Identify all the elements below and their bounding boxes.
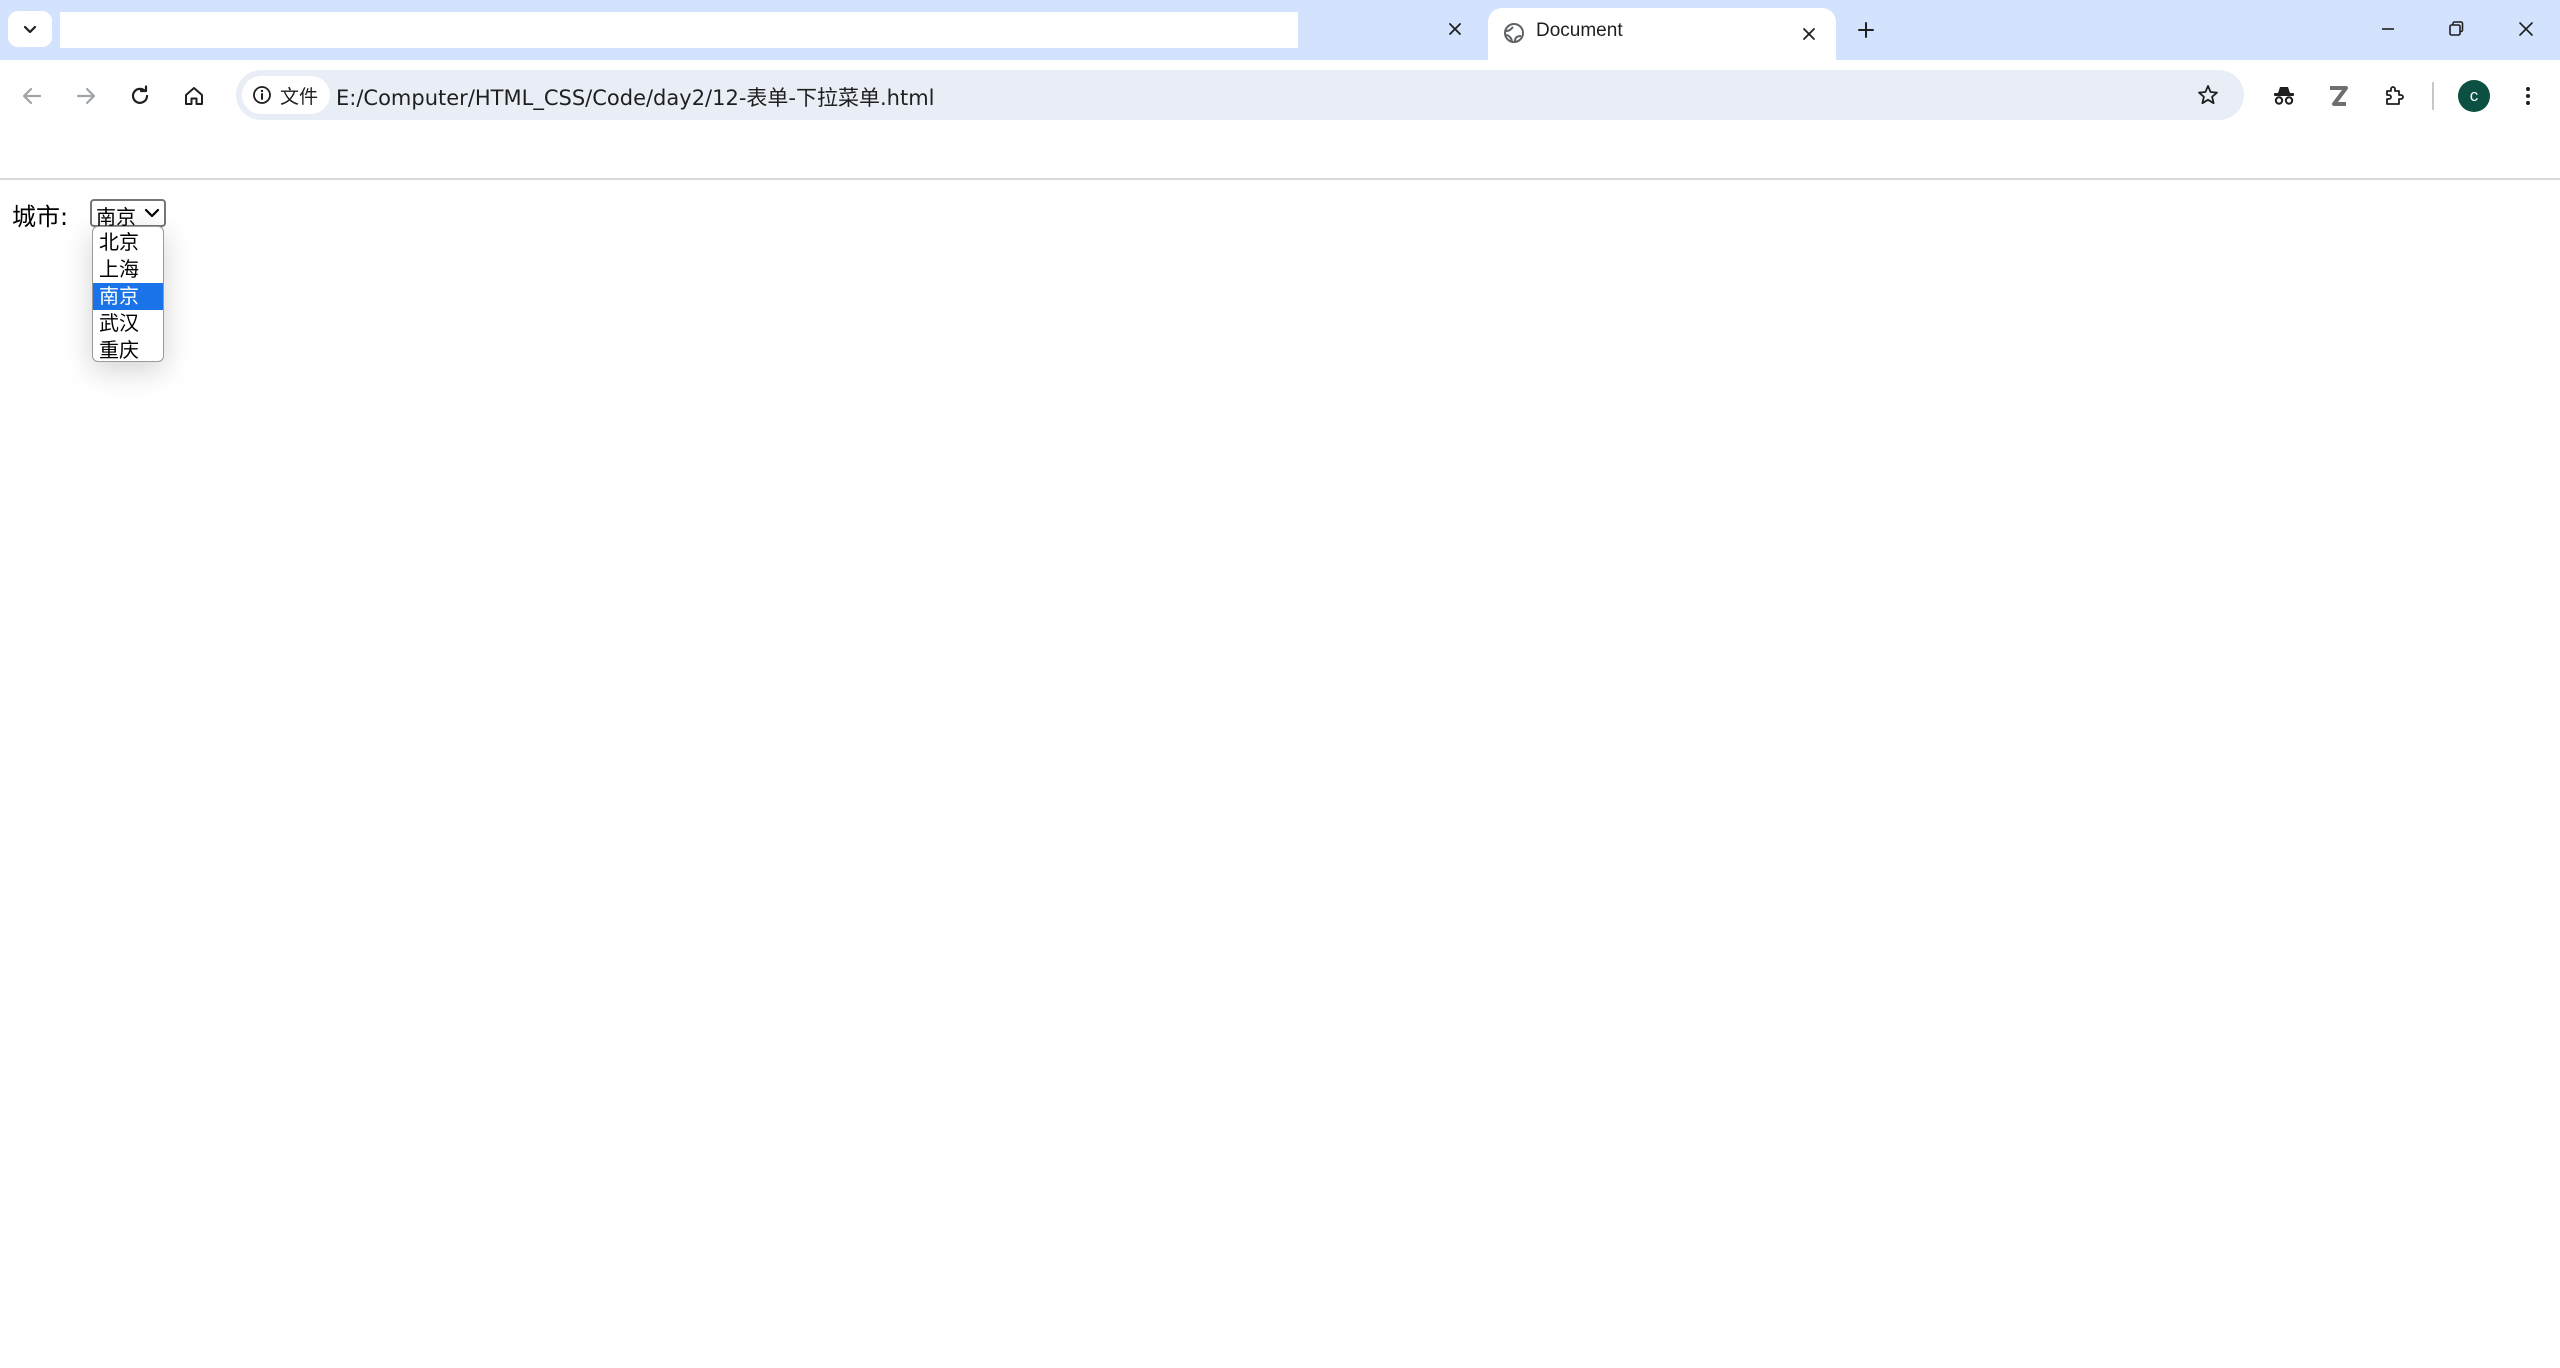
- back-button[interactable]: [12, 76, 52, 116]
- tab-strip: Document: [0, 0, 2560, 60]
- arrow-right-icon: [76, 87, 96, 105]
- city-select[interactable]: 南京: [90, 199, 166, 229]
- close-icon: [2519, 22, 2533, 36]
- url-text[interactable]: E:/Computer/HTML_CSS/Code/day2/12-表单-下拉菜…: [336, 82, 935, 112]
- option-wuhan[interactable]: 武汉: [93, 310, 163, 337]
- restore-button[interactable]: [2426, 6, 2486, 52]
- home-icon: [185, 87, 203, 105]
- globe-icon: [1504, 23, 1524, 43]
- tab-inactive[interactable]: [60, 12, 1298, 48]
- tab-search-button[interactable]: [8, 11, 52, 47]
- option-shanghai[interactable]: 上海: [93, 256, 163, 283]
- close-icon: [1449, 23, 1461, 35]
- toolbar-divider: [2432, 82, 2434, 110]
- page-content: 城市: 南京 北京 上海 南京 武汉 重庆: [0, 182, 2560, 1368]
- site-info-label: 文件: [280, 85, 319, 108]
- minimize-button[interactable]: [2358, 6, 2418, 52]
- city-label: 城市:: [12, 203, 69, 231]
- z-extension-icon: [2330, 86, 2348, 106]
- option-chongqing[interactable]: 重庆: [93, 337, 163, 361]
- site-info-chip[interactable]: 文件: [242, 76, 331, 114]
- menu-button[interactable]: [2508, 76, 2548, 116]
- restore-icon: [2449, 21, 2464, 36]
- profile-avatar[interactable]: c: [2458, 80, 2490, 112]
- option-nanjing[interactable]: 南京: [93, 283, 163, 310]
- extension-button-2[interactable]: [2318, 76, 2358, 116]
- tab-active-close-button[interactable]: [1794, 19, 1824, 49]
- tab-active-title: Document: [1536, 20, 1623, 41]
- bookmark-button[interactable]: [2192, 79, 2224, 111]
- option-beijing[interactable]: 北京: [93, 229, 163, 256]
- close-icon: [1803, 28, 1815, 40]
- browser-toolbar: 文件 E:/Computer/HTML_CSS/Code/day2/12-表单-…: [0, 60, 2560, 180]
- close-window-button[interactable]: [2496, 6, 2556, 52]
- tab-inactive-close-button[interactable]: [1440, 14, 1470, 44]
- incognito-like-icon: [2274, 87, 2294, 105]
- tab-active[interactable]: Document: [1488, 8, 1836, 60]
- star-icon: [2198, 85, 2218, 105]
- extensions-button[interactable]: [2374, 76, 2414, 116]
- reload-icon: [131, 85, 149, 104]
- home-button[interactable]: [174, 76, 214, 116]
- new-tab-button[interactable]: [1850, 14, 1882, 46]
- reload-button[interactable]: [120, 76, 160, 116]
- minimize-icon: [2382, 28, 2394, 30]
- plus-icon: [1858, 22, 1874, 38]
- puzzle-icon: [2386, 86, 2404, 105]
- chevron-down-icon: [23, 25, 37, 34]
- chevron-down-icon: [144, 208, 160, 218]
- info-icon: [253, 86, 271, 104]
- arrow-left-icon: [22, 87, 42, 105]
- address-bar[interactable]: 文件 E:/Computer/HTML_CSS/Code/day2/12-表单-…: [236, 70, 2244, 120]
- kebab-menu-icon: [2526, 87, 2530, 105]
- extension-button-1[interactable]: [2264, 76, 2304, 116]
- forward-button[interactable]: [66, 76, 106, 116]
- city-dropdown-list: 北京 上海 南京 武汉 重庆: [92, 226, 164, 362]
